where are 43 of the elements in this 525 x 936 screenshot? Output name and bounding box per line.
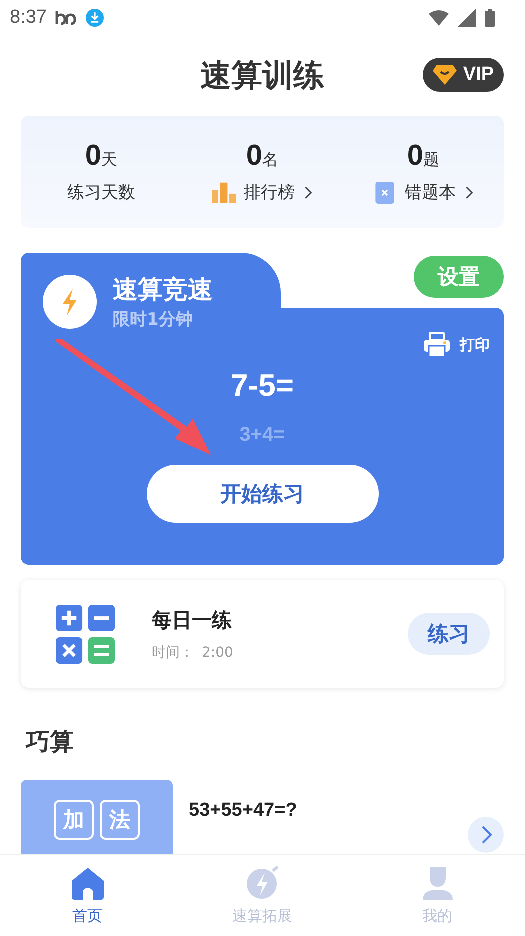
gem-icon — [433, 65, 458, 85]
thumbnail-tag: 法 — [100, 800, 140, 840]
lightning-icon — [244, 865, 280, 901]
practice-button[interactable]: 练习 — [408, 613, 490, 655]
home-icon — [70, 865, 106, 901]
current-question: 7-5= — [231, 368, 294, 404]
math-operators-icon — [56, 604, 115, 664]
time-label: 时间： — [152, 644, 194, 660]
stat-value: 0 — [407, 140, 424, 173]
printer-icon — [424, 332, 450, 358]
bar-chart-icon — [212, 182, 236, 204]
trick-question: 53+55+47=? — [189, 800, 298, 822]
download-icon — [84, 9, 105, 27]
chevron-right-icon — [464, 184, 474, 200]
daily-title: 每日一练 — [152, 606, 233, 634]
nav-tab[interactable]: 首页 — [0, 855, 175, 936]
start-button[interactable]: 开始练习 — [146, 465, 378, 523]
stat-unit: 天 — [102, 150, 118, 171]
vip-button[interactable]: VIP — [423, 58, 504, 92]
app-logo-icon — [54, 10, 77, 26]
stat-link[interactable]: 排行榜 — [244, 181, 295, 204]
signal-icon — [457, 9, 477, 27]
stat-value: 0 — [85, 140, 102, 173]
next-question: 3+4= — [240, 424, 286, 447]
time-value: 2:00 — [202, 644, 234, 660]
stat-link[interactable]: 错题本 — [405, 181, 456, 204]
stat-label: 练习天数 — [68, 182, 136, 204]
status-time: 8:37 — [10, 7, 47, 29]
lightning-icon — [43, 275, 97, 329]
print-button[interactable]: 打印 — [424, 332, 490, 358]
page-title: 速算训练 — [200, 57, 324, 96]
chevron-right-icon — [303, 184, 313, 200]
stat-value: 0 — [246, 140, 263, 173]
chevron-right-icon[interactable] — [468, 817, 504, 853]
battery-icon — [485, 9, 495, 27]
thumbnail-tag: 加 — [54, 800, 94, 840]
stat-unit: 名 — [262, 150, 279, 171]
section-title: 巧算 — [26, 727, 75, 758]
stat-unit: 题 — [424, 150, 440, 171]
card-title: 速算竞速 — [113, 274, 213, 306]
card-subtitle: 限时1分钟 — [113, 309, 194, 331]
wifi-icon — [429, 9, 449, 27]
document-x-icon — [373, 182, 397, 204]
